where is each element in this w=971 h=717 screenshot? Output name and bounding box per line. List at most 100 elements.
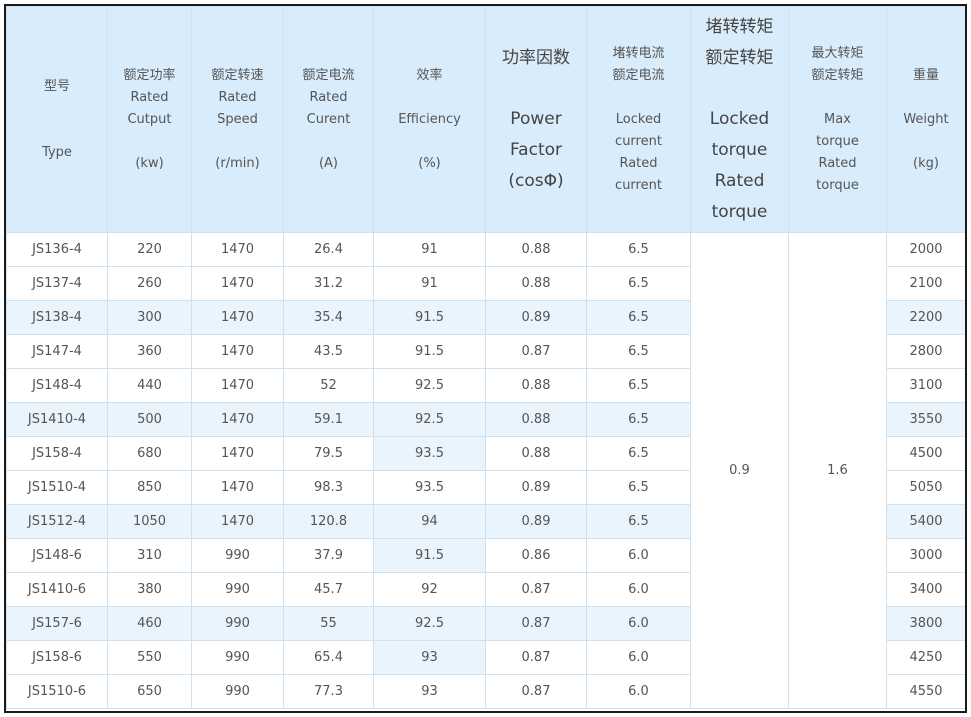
header-rated-speed-zh: 额定转速 (211, 67, 264, 83)
header-rated-speed: 额定转速 Rated Speed (r/min) (191, 6, 284, 233)
cell-power-factor: 0.89 (485, 300, 587, 335)
cell-locked-current: 6.5 (586, 368, 691, 403)
cell-speed: 1470 (191, 402, 284, 437)
cell-weight: 5400 (886, 504, 965, 539)
cell-locked-torque-merged: 0.9 (690, 232, 789, 709)
cell-speed: 1470 (191, 232, 284, 267)
cell-weight: 3800 (886, 606, 965, 641)
cell-type: JS158-4 (6, 436, 108, 471)
cell-power-factor: 0.87 (485, 674, 587, 709)
cell-efficiency: 92.5 (373, 368, 486, 403)
cell-current: 77.3 (283, 674, 374, 709)
table-row: JS136-4 220 1470 26.4 91 0.88 6.5 0.9 1.… (6, 232, 965, 709)
cell-type: JS1510-6 (6, 674, 108, 709)
header-rated-current-unit: (A) (318, 155, 339, 171)
cell-speed: 1470 (191, 368, 284, 403)
cell-type: JS147-4 (6, 334, 108, 369)
header-efficiency-unit: (%) (418, 155, 441, 171)
cell-current: 26.4 (283, 232, 374, 267)
cell-current: 55 (283, 606, 374, 641)
cell-speed: 1470 (191, 334, 284, 369)
cell-power: 1050 (107, 504, 192, 539)
cell-current: 65.4 (283, 640, 374, 675)
header-rated-current-zh: 额定电流 (302, 67, 355, 83)
cell-weight: 3100 (886, 368, 965, 403)
cell-locked-current: 6.5 (586, 266, 691, 301)
cell-power: 300 (107, 300, 192, 335)
header-locked-current-en-2: current (615, 133, 662, 149)
header-locked-torque-en-3: Rated (714, 170, 765, 191)
cell-current: 120.8 (283, 504, 374, 539)
header-rated-speed-en-2: Speed (217, 111, 258, 127)
motor-spec-table: 型号 Type 额定功率 Rated Cutput (kw) 额定转速 Rate… (6, 6, 965, 709)
cell-power: 650 (107, 674, 192, 709)
cell-current: 43.5 (283, 334, 374, 369)
cell-max-torque-merged: 1.6 (788, 232, 887, 709)
cell-type: JS148-6 (6, 538, 108, 573)
header-rated-output-en-1: Rated (130, 89, 169, 105)
cell-power: 850 (107, 470, 192, 505)
cell-locked-current: 6.5 (586, 232, 691, 267)
header-max-torque: 最大转矩 额定转矩 Max torque Rated torque (788, 6, 887, 233)
header-locked-current-zh-1: 堵转电流 (612, 45, 665, 61)
header-rated-current-en-2: Curent (306, 111, 351, 127)
cell-locked-current: 6.0 (586, 572, 691, 607)
cell-power: 680 (107, 436, 192, 471)
cell-power-factor: 0.86 (485, 538, 587, 573)
cell-current: 35.4 (283, 300, 374, 335)
header-rated-output-unit: (kw) (135, 155, 164, 171)
header-max-torque-en-2: torque (816, 133, 859, 149)
cell-locked-current: 6.5 (586, 470, 691, 505)
cell-locked-current: 6.5 (586, 504, 691, 539)
cell-speed: 990 (191, 674, 284, 709)
cell-weight: 3000 (886, 538, 965, 573)
cell-speed: 990 (191, 606, 284, 641)
cell-locked-current: 6.5 (586, 300, 691, 335)
cell-current: 59.1 (283, 402, 374, 437)
header-locked-current: 堵转电流 额定电流 Locked current Rated current (586, 6, 691, 233)
cell-power: 440 (107, 368, 192, 403)
cell-efficiency: 93.5 (373, 470, 486, 505)
header-row: 型号 Type 额定功率 Rated Cutput (kw) 额定转速 Rate… (6, 6, 965, 233)
cell-efficiency: 93 (373, 674, 486, 709)
header-efficiency-zh: 效率 (416, 67, 443, 83)
cell-power: 310 (107, 538, 192, 573)
cell-current: 79.5 (283, 436, 374, 471)
cell-power-factor: 0.87 (485, 606, 587, 641)
cell-power-factor: 0.88 (485, 436, 587, 471)
header-efficiency: 效率 Efficiency (%) (373, 6, 486, 233)
header-weight: 重量 Weight (kg) (886, 6, 965, 233)
cell-efficiency: 93.5 (373, 436, 486, 471)
cell-power-factor: 0.87 (485, 640, 587, 675)
header-locked-current-en-3: Rated (619, 155, 658, 171)
cell-type: JS137-4 (6, 266, 108, 301)
cell-weight: 5050 (886, 470, 965, 505)
cell-efficiency: 92 (373, 572, 486, 607)
header-rated-speed-unit: (r/min) (215, 155, 260, 171)
cell-current: 45.7 (283, 572, 374, 607)
header-weight-en: Weight (903, 111, 949, 127)
cell-power-factor: 0.89 (485, 470, 587, 505)
cell-speed: 1470 (191, 470, 284, 505)
cell-power-factor: 0.88 (485, 402, 587, 437)
header-power-factor-en-1: Power (510, 108, 562, 129)
cell-efficiency: 92.5 (373, 606, 486, 641)
cell-speed: 1470 (191, 300, 284, 335)
header-type: 型号 Type (6, 6, 108, 233)
cell-type: JS1410-4 (6, 402, 108, 437)
cell-power: 260 (107, 266, 192, 301)
header-rated-output-en-2: Cutput (127, 111, 172, 127)
cell-type: JS148-4 (6, 368, 108, 403)
header-locked-torque-zh-2: 额定转矩 (705, 47, 774, 68)
header-weight-unit: (kg) (913, 155, 939, 171)
cell-locked-current: 6.5 (586, 402, 691, 437)
header-locked-torque-en-4: torque (711, 201, 768, 222)
cell-type: JS1510-4 (6, 470, 108, 505)
cell-locked-current: 6.0 (586, 674, 691, 709)
cell-efficiency: 94 (373, 504, 486, 539)
cell-power-factor: 0.88 (485, 232, 587, 267)
cell-power: 380 (107, 572, 192, 607)
header-rated-output-zh: 额定功率 (123, 67, 176, 83)
cell-weight: 3550 (886, 402, 965, 437)
spec-table-frame: 型号 Type 额定功率 Rated Cutput (kw) 额定转速 Rate… (4, 4, 967, 713)
